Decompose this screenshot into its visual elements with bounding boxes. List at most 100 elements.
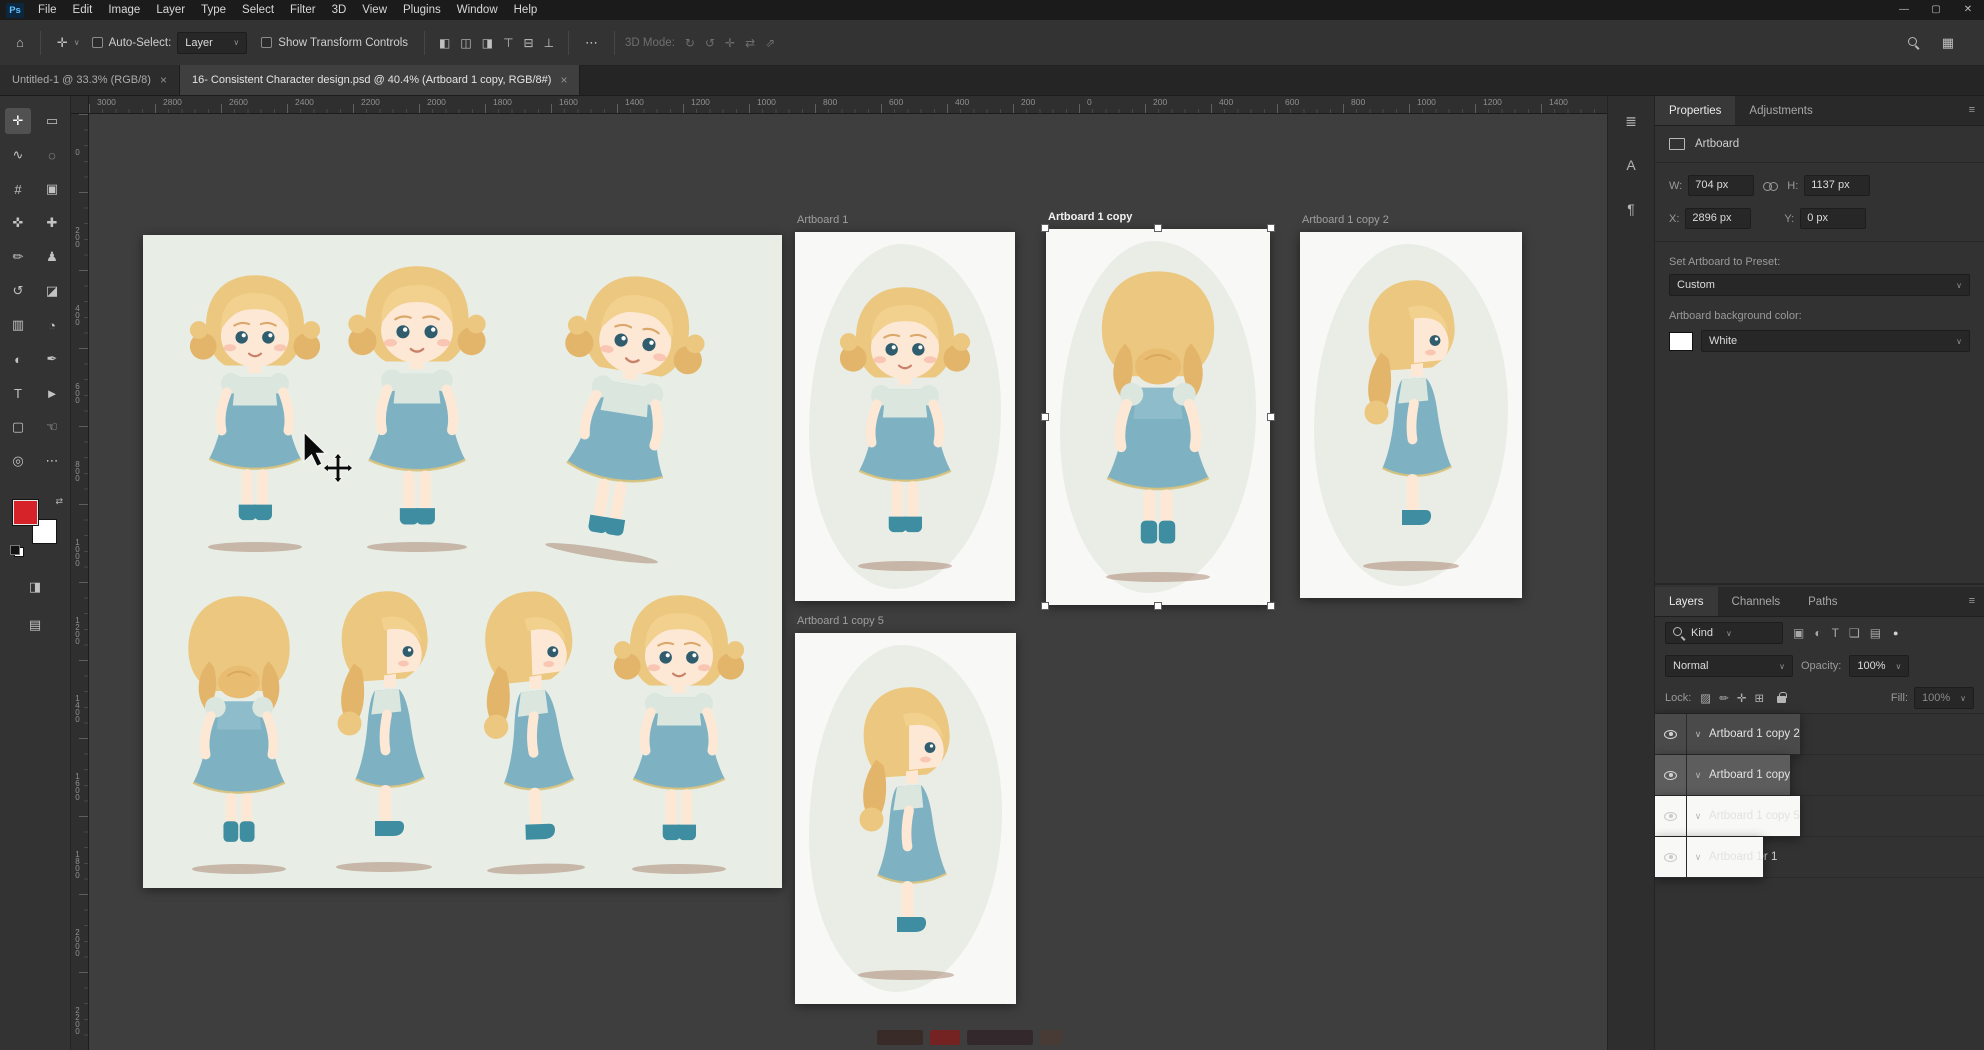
artboard-label[interactable]: Artboard 1 copy 5 [797,615,884,627]
panel-menu-icon[interactable]: ≡ [1969,595,1975,607]
link-dimensions-icon[interactable] [1763,181,1778,191]
filter-shape-layers-icon[interactable]: ❏ [1845,626,1864,640]
artboard-label[interactable]: Artboard 1 [797,214,848,226]
auto-select-checkbox[interactable] [92,37,103,48]
current-tool-icon[interactable]: ✛ [51,35,74,51]
transform-handle[interactable] [1267,602,1275,610]
artboard-bg-color-swatch[interactable] [1669,332,1693,351]
dodge-tool[interactable]: ◐ [5,346,31,372]
ruler-horizontal[interactable]: 3000280026002400220020001800160014001200… [89,96,1607,114]
foreground-color-swatch[interactable] [13,500,38,525]
tab-layers[interactable]: Layers [1655,587,1718,616]
transform-handle[interactable] [1041,602,1049,610]
clone-stamp-tool[interactable]: ♟ [39,244,65,270]
frame-tool[interactable]: ▣ [39,176,65,202]
screen-mode-icon[interactable]: ▤ [22,612,48,638]
align-top-icon[interactable]: ⊤ [499,36,517,50]
transform-handle[interactable] [1041,413,1049,421]
tool-preset-caret-icon[interactable]: ∨ [74,38,80,47]
swap-colors-icon[interactable]: ⇄ [55,496,63,507]
menu-item-filter[interactable]: Filter [282,0,324,20]
menu-item-window[interactable]: Window [449,0,506,20]
menu-item-plugins[interactable]: Plugins [395,0,449,20]
y-field[interactable]: 0 px [1800,208,1866,229]
transform-handle[interactable] [1267,413,1275,421]
ruler-origin-corner[interactable] [71,96,89,114]
menu-item-type[interactable]: Type [193,0,234,20]
align-middle-icon[interactable]: ⊟ [520,36,538,50]
filter-smart-objects-icon[interactable]: ▤ [1866,626,1885,640]
eraser-tool[interactable]: ◪ [39,278,65,304]
close-button[interactable]: ✕ [1952,0,1984,20]
chevron-down-icon[interactable]: ∨ [1687,729,1709,740]
crop-tool[interactable]: # [5,176,31,202]
object-selection-tool[interactable]: ◌ [39,142,65,168]
height-field[interactable]: 1137 px [1804,175,1870,196]
menu-item-file[interactable]: File [30,0,65,20]
search-icon[interactable] [1908,37,1920,49]
menu-item-layer[interactable]: Layer [148,0,193,20]
pen-tool[interactable]: ✒ [39,346,65,372]
transform-handle[interactable] [1154,224,1162,232]
blur-tool[interactable]: ◔ [39,312,65,338]
width-field[interactable]: 704 px [1688,175,1754,196]
zoom-tool[interactable]: ◎ [5,448,31,474]
tab-paths[interactable]: Paths [1794,587,1851,616]
lock-pixels-icon[interactable]: ✏ [1716,691,1732,705]
filter-toggle-icon[interactable]: ● [1893,628,1898,638]
pasteboard[interactable]: Artboard 1 Artboard 1 copy Artboard 1 co… [89,114,1607,1050]
character-panel-icon[interactable]: A [1616,152,1646,178]
tab-properties[interactable]: Properties [1655,96,1735,125]
opacity-field[interactable]: 100% ∨ [1849,655,1909,677]
artboard-bg-color-dropdown[interactable]: White ∨ [1701,330,1970,352]
chevron-down-icon[interactable]: ∨ [1687,811,1709,822]
auto-select-target-dropdown[interactable]: Layer ∨ [177,32,247,54]
show-transform-checkbox[interactable] [261,37,272,48]
more-align-options-icon[interactable]: ⋯ [579,35,604,51]
minimize-button[interactable]: — [1888,0,1920,20]
panel-menu-icon[interactable]: ≡ [1969,104,1975,116]
menu-item-select[interactable]: Select [234,0,282,20]
filter-adjustment-layers-icon[interactable]: ◐ [1810,626,1825,640]
home-icon[interactable]: ⌂ [10,35,30,50]
artboard-1-copy[interactable] [1046,229,1270,605]
document-tab-character-design[interactable]: 16- Consistent Character design.psd @ 40… [180,65,581,95]
quick-mask-icon[interactable]: ◨ [22,574,48,600]
layer-filter-dropdown[interactable]: Kind ∨ [1665,622,1783,644]
align-left-icon[interactable]: ◧ [435,36,454,50]
close-icon[interactable]: × [160,73,167,87]
lock-artboard-icon[interactable]: ⊞ [1751,691,1767,705]
transform-handle[interactable] [1267,224,1275,232]
default-colors-icon[interactable] [10,545,24,557]
align-center-horizontal-icon[interactable]: ◫ [456,36,475,50]
menu-item-edit[interactable]: Edit [65,0,101,20]
close-icon[interactable]: × [560,73,567,87]
ruler-vertical[interactable]: 0200400600800100012001400160018002000220… [71,114,89,1050]
menu-item-image[interactable]: Image [100,0,148,20]
marquee-tool[interactable]: ▭ [39,108,65,134]
artboard-1-copy-5[interactable] [795,633,1016,1004]
document-tab-untitled[interactable]: Untitled-1 @ 33.3% (RGB/8) × [0,65,180,95]
menu-item-view[interactable]: View [354,0,395,20]
x-field[interactable]: 2896 px [1685,208,1751,229]
lasso-tool[interactable]: ∿ [5,142,31,168]
filter-pixel-layers-icon[interactable]: ▣ [1789,626,1808,640]
paragraph-panel-icon[interactable]: ¶ [1616,196,1646,222]
chevron-down-icon[interactable]: ∨ [1687,770,1709,781]
artboard-label[interactable]: Artboard 1 copy 2 [1302,214,1389,226]
path-selection-tool[interactable]: ► [39,380,65,406]
menu-item-3d[interactable]: 3D [324,0,355,20]
edit-toolbar-button[interactable]: ⋯ [39,448,65,474]
maximize-button[interactable]: ▢ [1920,0,1952,20]
align-right-icon[interactable]: ◨ [478,36,497,50]
workspace-switcher-icon[interactable]: ▦ [1936,35,1960,51]
lock-all-icon[interactable] [1777,696,1786,703]
lock-position-icon[interactable]: ✛ [1734,691,1750,705]
blend-mode-dropdown[interactable]: Normal ∨ [1665,655,1793,677]
fill-field[interactable]: 100% ∨ [1914,687,1974,709]
artboard-1-copy-2[interactable] [1300,232,1522,598]
tab-channels[interactable]: Channels [1718,587,1795,616]
artboard-label-selected[interactable]: Artboard 1 copy [1048,211,1132,223]
history-brush-tool[interactable]: ↺ [5,278,31,304]
eyedropper-tool[interactable]: ✜ [5,210,31,236]
